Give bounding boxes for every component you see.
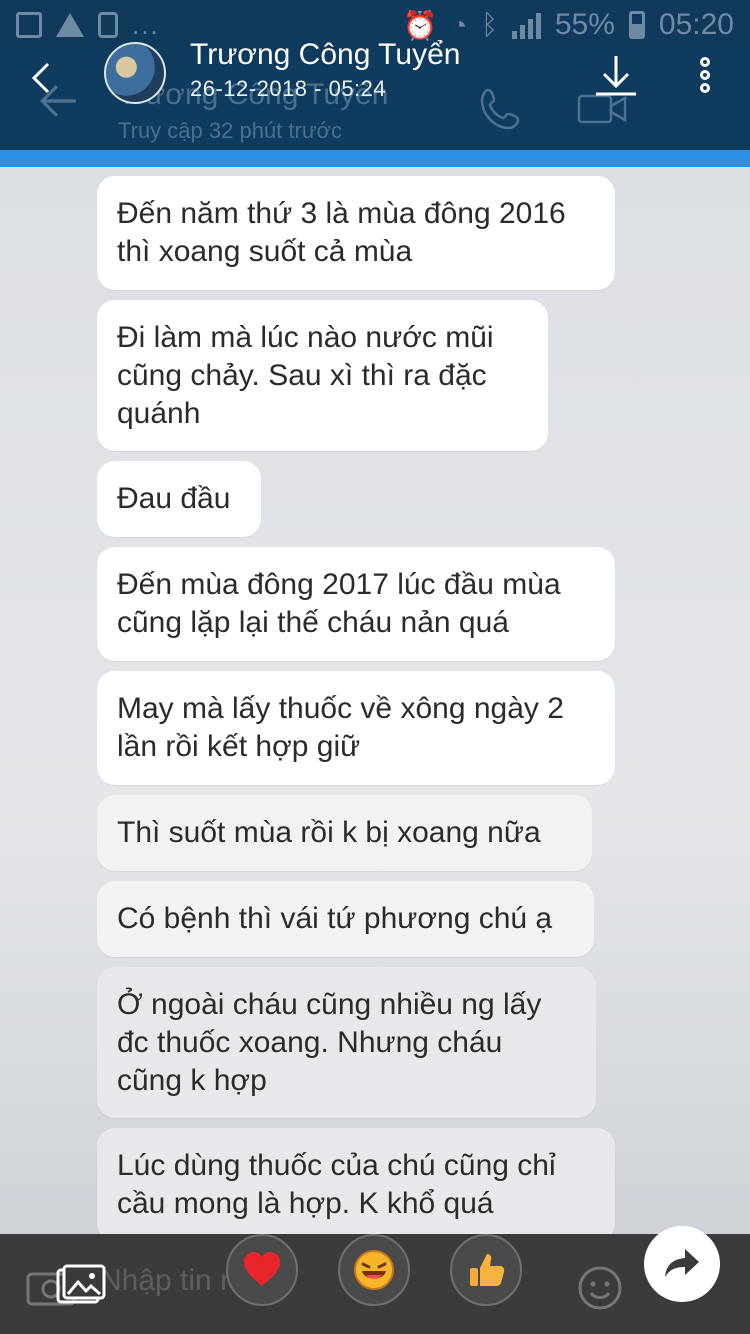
laugh-icon [354, 1250, 394, 1290]
message-line: Ở ngoài cháu cũng nhiều ng lấy [117, 987, 542, 1021]
share-button[interactable] [644, 1226, 720, 1302]
heart-icon [244, 1252, 280, 1286]
warning-icon [56, 13, 84, 37]
message-line: cầu mong là hợp. K khổ quá [117, 1187, 494, 1220]
message-bubble[interactable]: Đến năm thứ 3 là mùa đông 2016 thì xoang… [97, 176, 615, 290]
phone-notification-icon [98, 12, 118, 38]
share-arrow-icon [665, 1249, 699, 1277]
message-list[interactable]: Đến năm thứ 3 là mùa đông 2016 thì xoang… [0, 167, 750, 1234]
dot-icon [700, 57, 710, 67]
chat-header: Trương Công Tuyển Truy cập 32 phút trước… [0, 38, 750, 150]
message-line: đc thuốc xoang. Nhưng cháu [117, 1025, 503, 1059]
message-bubble[interactable]: Đau đầu [97, 461, 261, 537]
react-heart-button[interactable] [226, 1234, 298, 1306]
message-line: Đến mùa đông 2017 lúc đầu mùa [117, 568, 561, 601]
message-line: quánh [117, 396, 201, 430]
signal-bars-icon [511, 11, 541, 39]
photo-date: 26-12-2018 - 05:24 [190, 76, 387, 101]
message-line: Có bệnh thì vái tứ phương chú ạ [117, 902, 553, 935]
message-line: Đau đầu [117, 482, 231, 515]
more-options-button[interactable] [690, 54, 720, 114]
message-bubble[interactable]: Thì suốt mùa rồi k bị xoang nữa [97, 795, 592, 871]
alarm-icon: ⏰ [402, 9, 438, 41]
ghost-emoji-icon [576, 1264, 624, 1312]
gallery-button[interactable] [56, 1264, 106, 1308]
contact-name: Trương Công Tuyển [190, 38, 461, 71]
bluetooth-icon: ᛒ [481, 9, 498, 40]
message-bubble[interactable]: Đến mùa đông 2017 lúc đầu mùa cũng lặp l… [97, 547, 615, 661]
message-line: cũng chảy. Sau xì thì ra đặc [117, 358, 487, 392]
bottom-action-bar: Nhập tin nhắn [0, 1226, 750, 1334]
accent-strip [0, 150, 750, 167]
react-laugh-button[interactable] [338, 1234, 410, 1306]
ghost-last-seen: Truy cập 32 phút trước [118, 118, 342, 143]
wifi-icon: ◔ [451, 9, 468, 40]
message-bubble[interactable]: Có bệnh thì vái tứ phương chú ạ [97, 881, 594, 957]
dot-icon [700, 83, 710, 93]
thumbs-up-icon [470, 1254, 505, 1286]
image-notification-icon [16, 12, 42, 38]
message-line: Lúc dùng thuốc của chú cũng chỉ [117, 1149, 556, 1182]
react-like-button[interactable] [450, 1234, 522, 1306]
message-line: Đi làm mà lúc nào nước mũi [117, 320, 494, 354]
message-line: Đến năm thứ 3 là mùa đông 2016 [117, 197, 566, 230]
dot-icon [700, 70, 710, 80]
message-line: May mà lấy thuốc về xông ngày 2 [117, 692, 564, 725]
message-line: cũng lặp lại thế cháu nản quá [117, 606, 509, 639]
avatar[interactable] [104, 42, 166, 104]
message-bubble[interactable]: Ở ngoài cháu cũng nhiều ng lấy đc thuốc … [97, 967, 596, 1118]
message-line: thì xoang suốt cả mùa [117, 235, 413, 268]
battery-icon [628, 11, 645, 39]
message-line: cũng k hợp [117, 1063, 267, 1097]
message-bubble[interactable]: Đi làm mà lúc nào nước mũi cũng chảy. Sa… [97, 300, 548, 451]
download-button[interactable] [592, 52, 640, 100]
message-bubble[interactable]: Lúc dùng thuốc của chú cũng chỉ cầu mong… [97, 1128, 615, 1234]
message-bubble[interactable]: May mà lấy thuốc về xông ngày 2 lần rồi … [97, 671, 615, 785]
back-button[interactable] [22, 58, 62, 98]
message-line: Thì suốt mùa rồi k bị xoang nữa [117, 816, 541, 849]
clock: 05:20 [658, 8, 734, 41]
battery-percent: 55% [554, 8, 615, 41]
more-notifications-indicator: ... [132, 9, 160, 40]
message-line: lần rồi kết hợp giữ [117, 730, 361, 763]
ghost-phone-icon [478, 86, 524, 132]
